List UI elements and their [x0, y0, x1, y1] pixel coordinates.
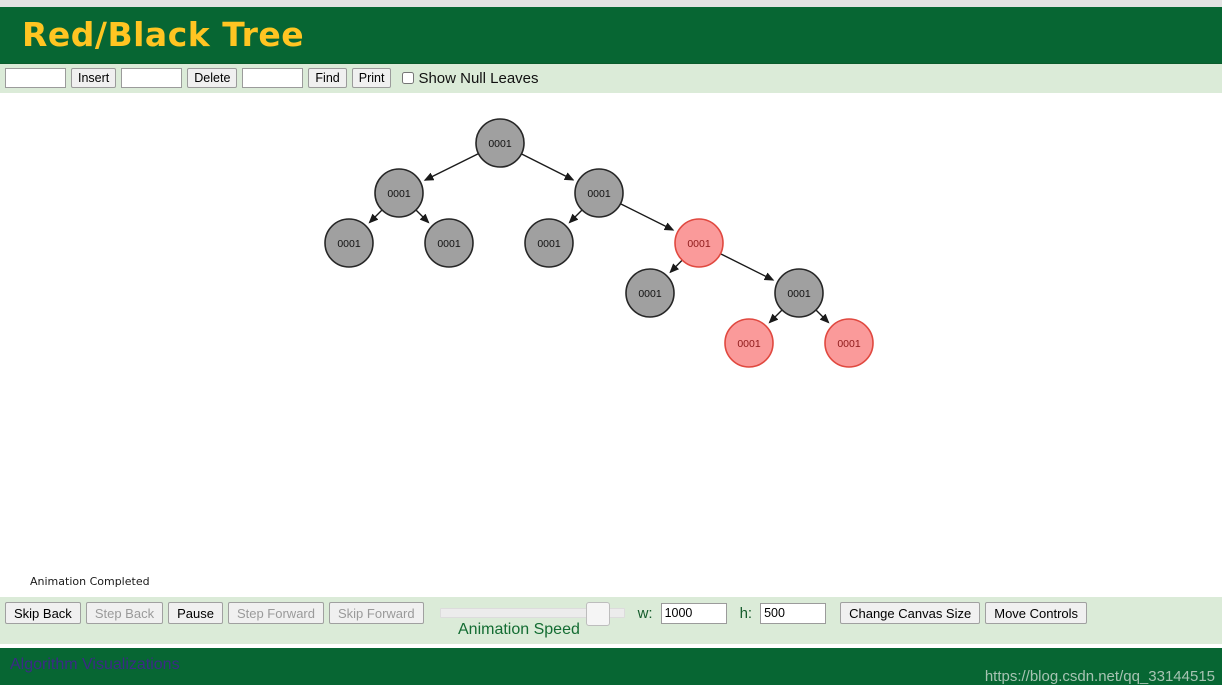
top-strip: [0, 0, 1222, 7]
operation-toolbar: Insert Delete Find Print Show Null Leave…: [0, 63, 1222, 93]
show-null-leaves-label: Show Null Leaves: [418, 69, 539, 87]
tree-svg: 0001 0001 0001 0001 0001 0001 0001 0001 0001 0001…: [324, 118, 874, 368]
step-back-button[interactable]: Step Back: [85, 602, 164, 624]
tree-edge: [720, 253, 775, 281]
tree-edge: [423, 153, 479, 181]
tree-edge: [815, 309, 830, 324]
skip-back-button[interactable]: Skip Back: [5, 602, 81, 624]
tree-node-red[interactable]: 0001: [824, 318, 874, 368]
move-controls-button[interactable]: Move Controls: [985, 602, 1088, 624]
canvas-width-input[interactable]: [660, 602, 727, 624]
node-label: 0001: [687, 238, 711, 250]
tree-node-red[interactable]: 0001: [674, 218, 724, 268]
delete-button[interactable]: Delete: [187, 68, 238, 88]
tree-node-black[interactable]: 0001: [574, 168, 624, 218]
slider-thumb[interactable]: [586, 602, 611, 626]
tree-edge: [620, 203, 675, 231]
node-label: 0001: [587, 188, 611, 200]
change-canvas-size-button[interactable]: Change Canvas Size: [840, 602, 981, 624]
app-root: Red/Black Tree Insert Delete Find Print …: [0, 0, 1222, 700]
node-label: 0001: [837, 338, 861, 350]
tree-node-black[interactable]: 0001: [524, 218, 574, 268]
step-forward-button[interactable]: Step Forward: [227, 602, 324, 624]
tree-node-black[interactable]: 0001: [324, 218, 374, 268]
find-button[interactable]: Find: [308, 68, 347, 88]
tree-edge: [669, 259, 683, 274]
show-null-leaves-checkbox[interactable]: [402, 72, 415, 84]
canvas-height-input[interactable]: [760, 602, 827, 624]
tree-node-black[interactable]: 0001: [625, 268, 675, 318]
page-header: Red/Black Tree: [0, 7, 1222, 63]
show-null-leaves-group[interactable]: Show Null Leaves: [402, 69, 539, 87]
tree-edge: [768, 309, 783, 324]
tree-edge: [521, 153, 575, 181]
tree-edge: [415, 209, 430, 224]
node-label: 0001: [437, 238, 461, 250]
tree-node-black[interactable]: 0001: [424, 218, 474, 268]
delete-input[interactable]: [121, 68, 183, 88]
node-label: 0001: [488, 138, 512, 150]
print-button[interactable]: Print: [351, 68, 392, 88]
tree-node-red[interactable]: 0001: [724, 318, 774, 368]
tree-nodes: 0001 0001 0001 0001 0001 0001 0001 0001 0001 0001…: [324, 118, 874, 368]
width-label: w:: [637, 604, 653, 622]
tree-edge: [568, 209, 583, 224]
animation-speed-label: Animation Speed: [458, 621, 580, 638]
algorithm-visualizations-link[interactable]: Algorithm Visualizations: [10, 656, 180, 674]
node-label: 0001: [787, 288, 811, 300]
page-title: Red/Black Tree: [22, 15, 305, 54]
node-label: 0001: [737, 338, 761, 350]
find-input[interactable]: [242, 68, 304, 88]
node-label: 0001: [337, 238, 361, 250]
status-text: Animation Completed: [30, 575, 150, 588]
node-label: 0001: [537, 238, 561, 250]
insert-button[interactable]: Insert: [71, 68, 117, 88]
animation-control-bar: Skip Back Step Back Pause Step Forward S…: [0, 597, 1222, 644]
insert-input[interactable]: [5, 68, 66, 88]
pause-button[interactable]: Pause: [168, 602, 223, 624]
tree-canvas[interactable]: 0001 0001 0001 0001 0001 0001 0001 0001 0001 0001…: [0, 93, 1222, 566]
tree-node-black[interactable]: 0001: [475, 118, 525, 168]
tree-node-black[interactable]: 0001: [774, 268, 824, 318]
node-label: 0001: [387, 188, 411, 200]
skip-forward-button[interactable]: Skip Forward: [329, 602, 424, 624]
tree-edge: [368, 209, 383, 224]
node-label: 0001: [638, 288, 662, 300]
height-label: h:: [739, 604, 753, 622]
watermark-text: https://blog.csdn.net/qq_33144515: [984, 668, 1215, 685]
tree-node-black[interactable]: 0001: [374, 168, 424, 218]
